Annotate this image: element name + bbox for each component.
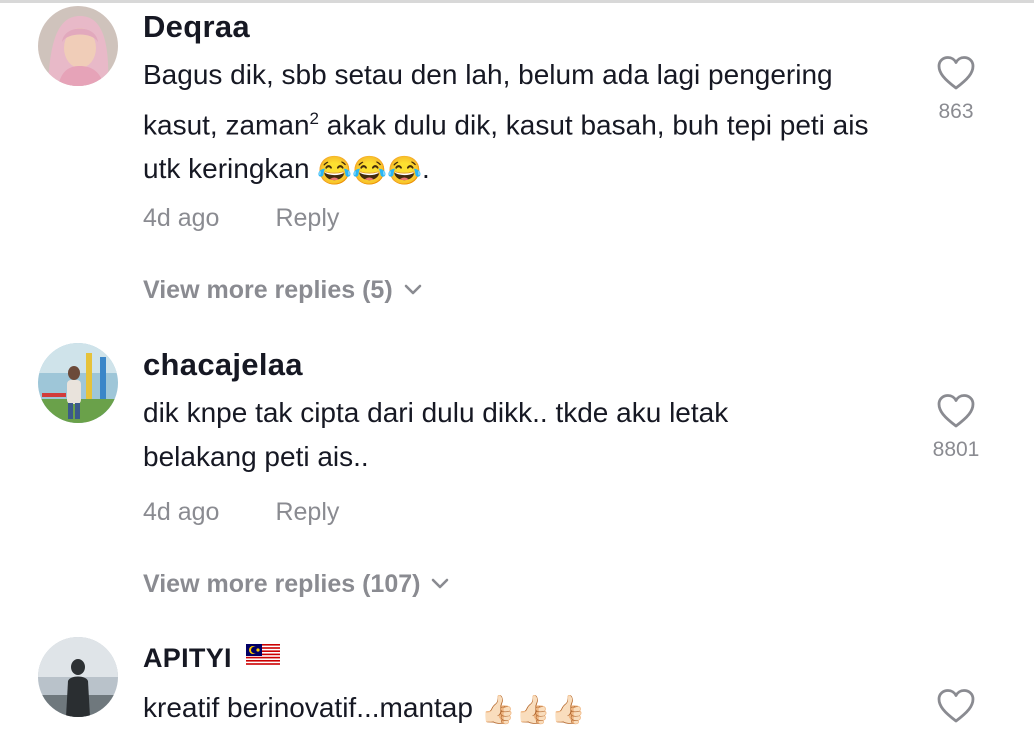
timestamp: 4d ago bbox=[143, 498, 220, 526]
superscript: 2 bbox=[309, 109, 319, 128]
chevron-down-icon bbox=[430, 569, 450, 598]
tears-of-joy-emoji: 😂 bbox=[352, 154, 388, 186]
view-more-replies-button[interactable]: View more replies (107) bbox=[143, 570, 450, 599]
reply-button[interactable]: Reply bbox=[275, 498, 339, 526]
like-button[interactable] bbox=[916, 688, 996, 729]
like-count: 863 bbox=[938, 100, 974, 123]
malaysia-flag-emoji bbox=[245, 642, 280, 673]
top-divider bbox=[0, 0, 1034, 3]
username[interactable]: chacajelaa bbox=[143, 347, 303, 383]
like-button[interactable]: 8801 bbox=[916, 393, 996, 462]
comment-text: Bagus dik, sbb setau den lah, belum ada … bbox=[143, 53, 903, 193]
like-count: 8801 bbox=[932, 438, 980, 461]
tears-of-joy-emoji: 😂 bbox=[387, 154, 422, 186]
like-button[interactable]: 863 bbox=[916, 55, 996, 124]
heart-outline-icon[interactable] bbox=[936, 394, 976, 433]
thumbs-up-emoji: 👍🏻 bbox=[480, 693, 516, 725]
view-more-label: View more replies (5) bbox=[143, 276, 393, 304]
comment-text: kreatif berinovatif...mantap 👍🏻👍🏻👍🏻 bbox=[143, 686, 903, 732]
heart-outline-icon[interactable] bbox=[936, 689, 976, 728]
comment-text-part: . bbox=[421, 153, 430, 185]
comment-text: dik knpe tak cipta dari dulu dikk.. tkde… bbox=[143, 397, 729, 472]
heart-outline-icon[interactable] bbox=[936, 56, 976, 95]
view-more-replies-button[interactable]: View more replies (5) bbox=[143, 276, 423, 305]
avatar[interactable] bbox=[38, 6, 118, 86]
username[interactable]: APITYI bbox=[143, 643, 280, 674]
thumbs-up-emoji: 👍🏻 bbox=[515, 693, 551, 725]
comment-meta: 4d ago Reply bbox=[143, 204, 339, 233]
tears-of-joy-emoji: 😂 bbox=[317, 154, 353, 186]
comment-text-part: kreatif berinovatif...mantap bbox=[143, 692, 481, 723]
avatar[interactable] bbox=[38, 637, 118, 717]
timestamp: 4d ago bbox=[143, 204, 220, 232]
chevron-down-icon bbox=[403, 275, 423, 304]
username[interactable]: Deqraa bbox=[143, 9, 250, 45]
avatar[interactable] bbox=[38, 343, 118, 423]
reply-button[interactable]: Reply bbox=[275, 204, 339, 232]
thumbs-up-emoji: 👍🏻 bbox=[550, 693, 586, 725]
username-text: APITYI bbox=[143, 643, 232, 673]
view-more-label: View more replies (107) bbox=[143, 570, 421, 598]
comment-meta: 4d ago Reply bbox=[143, 498, 339, 527]
